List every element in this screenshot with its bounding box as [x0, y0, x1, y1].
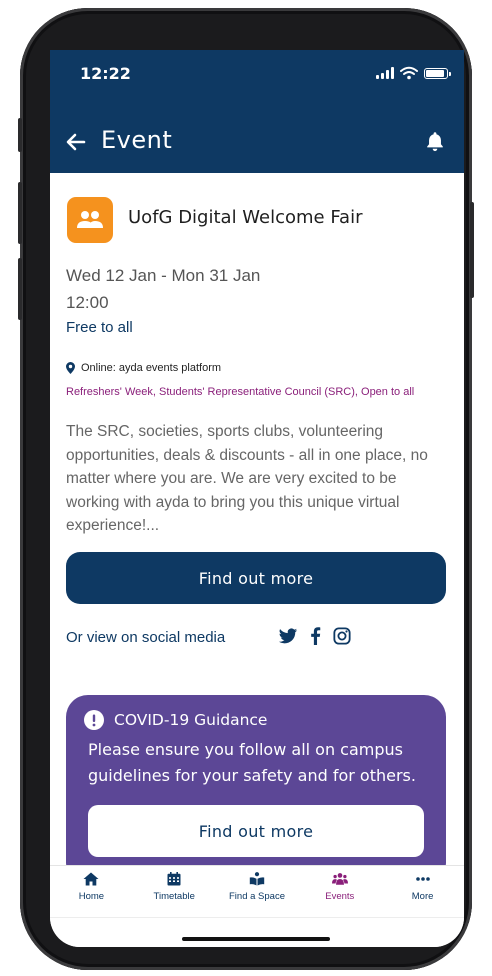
tab-home[interactable]: Home [50, 866, 133, 918]
app-header: 12:22 Event [50, 50, 464, 173]
page-title: Event [101, 126, 173, 154]
people-icon [77, 211, 103, 228]
event-title: UofG Digital Welcome Fair [128, 207, 363, 228]
covid-guidance-card: COVID-19 Guidance Please ensure you foll… [66, 695, 446, 885]
more-icon [415, 877, 430, 881]
covid-find-out-more-button[interactable]: Find out more [88, 805, 424, 857]
facebook-icon[interactable] [310, 627, 321, 645]
back-arrow-icon[interactable] [64, 130, 88, 154]
app-screen: 12:22 Event UofG Digital Welcome Fair We… [50, 50, 464, 947]
status-icons [376, 66, 451, 80]
tab-label: More [411, 891, 434, 902]
bell-icon[interactable] [424, 130, 446, 152]
wifi-icon [400, 66, 418, 80]
social-links [278, 627, 351, 645]
signal-icon [376, 67, 394, 79]
tab-label: Events [325, 891, 355, 902]
phone-side-button [18, 182, 22, 244]
tab-events[interactable]: Events [298, 866, 381, 918]
people-icon [331, 873, 348, 885]
alert-icon [84, 710, 104, 730]
event-tags[interactable]: Refreshers' Week, Students' Representati… [66, 386, 414, 398]
tab-label: Find a Space [229, 891, 285, 902]
tab-more[interactable]: More [381, 866, 464, 918]
covid-guidance-title: COVID-19 Guidance [114, 711, 268, 729]
location-pin-icon [66, 362, 75, 374]
covid-guidance-text: Please ensure you follow all on campus g… [88, 740, 416, 785]
event-category-badge [67, 197, 113, 243]
social-media-label: Or view on social media [66, 629, 226, 646]
phone-side-button [470, 202, 474, 298]
twitter-icon[interactable] [278, 627, 298, 645]
event-time: 12:00 [66, 293, 109, 312]
covid-guidance-header: COVID-19 Guidance [84, 710, 267, 730]
status-time: 12:22 [80, 64, 131, 83]
calendar-icon [167, 872, 181, 886]
tab-label: Timetable [153, 891, 195, 902]
find-out-more-button[interactable]: Find out more [66, 552, 446, 604]
tab-find-a-space[interactable]: Find a Space [216, 866, 299, 918]
phone-side-button [18, 258, 22, 320]
tab-timetable[interactable]: Timetable [133, 866, 216, 918]
bottom-tab-bar: Home Timetable Find a Space Events More [50, 865, 464, 918]
phone-side-button [18, 118, 22, 152]
battery-icon [424, 67, 451, 79]
home-indicator[interactable] [182, 937, 330, 941]
home-indicator-area [50, 917, 464, 947]
location-text: Online: ayda events platform [81, 362, 222, 374]
home-icon [83, 872, 99, 886]
event-date: Wed 12 Jan - Mon 31 Jan [66, 266, 261, 285]
tab-label: Home [78, 891, 105, 902]
event-price: Free to all [66, 319, 133, 336]
reading-icon [249, 872, 265, 886]
event-location: Online: ayda events platform [66, 362, 221, 374]
instagram-icon[interactable] [333, 627, 351, 645]
event-description: The SRC, societies, sports clubs, volunt… [66, 423, 428, 534]
